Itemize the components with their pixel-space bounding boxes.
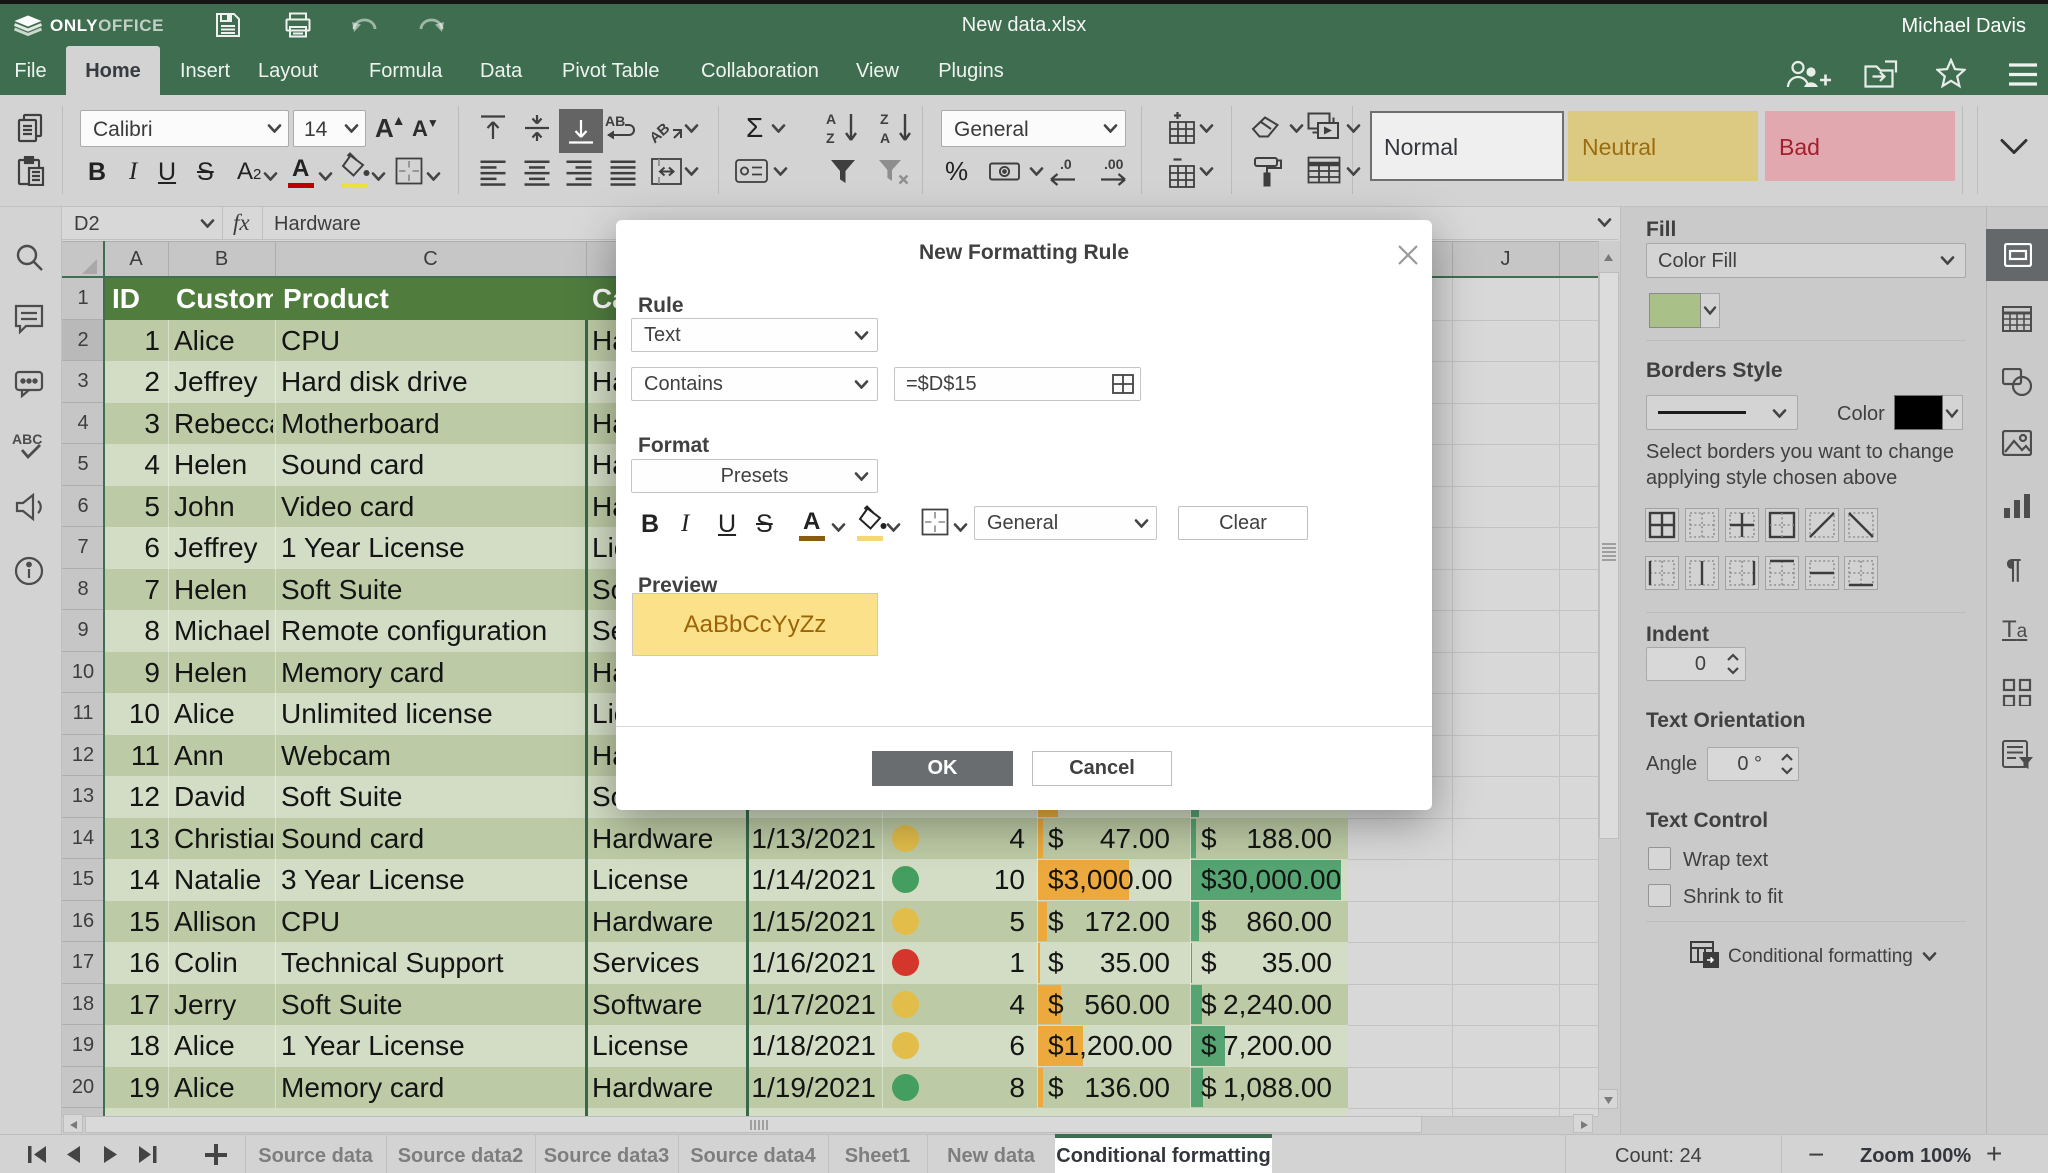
svg-text:Z: Z	[826, 130, 835, 145]
svg-text:.0: .0	[1060, 157, 1072, 172]
svg-text:ABC: ABC	[12, 431, 42, 447]
svg-text:AB: AB	[652, 120, 673, 145]
svg-text:.00: .00	[1104, 157, 1124, 172]
svg-text:A: A	[826, 111, 836, 127]
svg-text:AB: AB	[605, 114, 625, 129]
svg-text:Z: Z	[880, 111, 889, 127]
svg-text:A: A	[880, 130, 890, 145]
